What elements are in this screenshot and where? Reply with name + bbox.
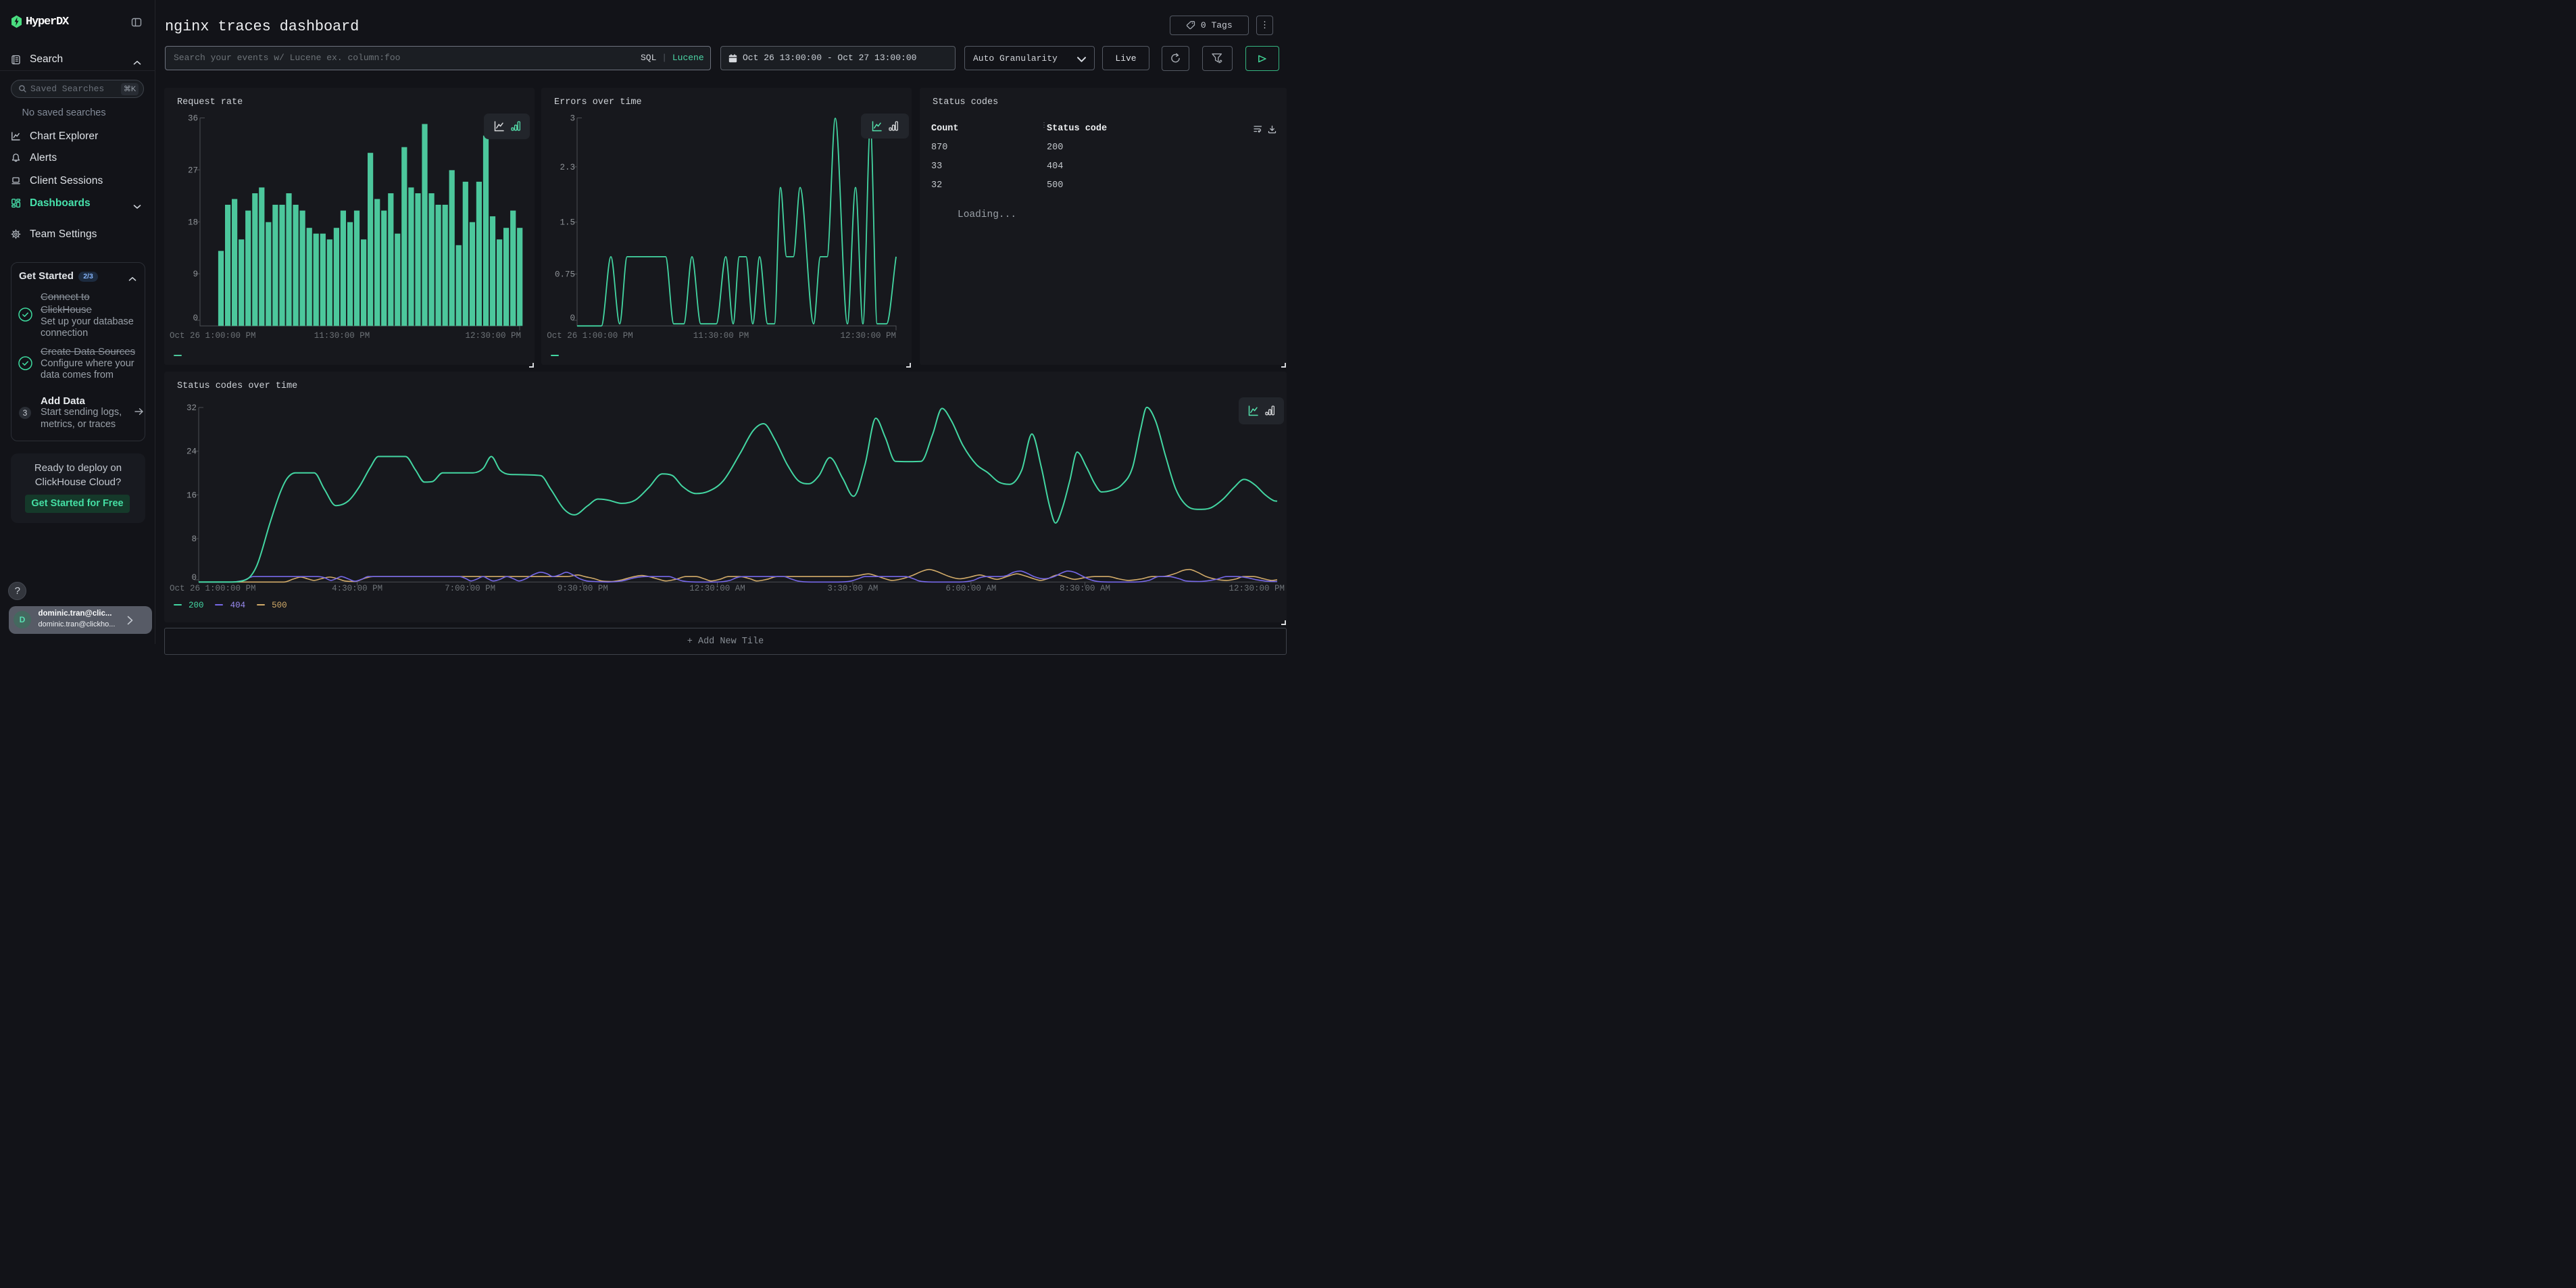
svg-text:8:30:00 AM: 8:30:00 AM xyxy=(1060,584,1110,593)
svg-text:12:30:00 PM: 12:30:00 PM xyxy=(1229,584,1285,593)
svg-text:0: 0 xyxy=(570,314,575,323)
svg-text:7:00:00 PM: 7:00:00 PM xyxy=(445,584,495,593)
svg-text:0: 0 xyxy=(191,573,197,583)
svg-text:Oct 26 1:00:00 PM: Oct 26 1:00:00 PM xyxy=(170,331,256,341)
svg-text:18: 18 xyxy=(188,218,198,227)
svg-text:9:30:00 PM: 9:30:00 PM xyxy=(558,584,608,593)
svg-text:12:30:00 PM: 12:30:00 PM xyxy=(465,331,521,341)
svg-text:24: 24 xyxy=(187,447,197,457)
svg-text:Oct 26 1:00:00 PM: Oct 26 1:00:00 PM xyxy=(170,584,256,593)
svg-text:9: 9 xyxy=(193,270,198,279)
svg-text:Oct 26 1:00:00 PM: Oct 26 1:00:00 PM xyxy=(547,331,633,341)
svg-text:8: 8 xyxy=(191,535,197,544)
svg-text:4:30:00 PM: 4:30:00 PM xyxy=(332,584,382,593)
svg-text:0.75: 0.75 xyxy=(555,270,575,280)
svg-text:36: 36 xyxy=(188,114,198,124)
svg-text:32: 32 xyxy=(187,403,197,413)
svg-text:12:30:00 AM: 12:30:00 AM xyxy=(689,584,745,593)
svg-text:0: 0 xyxy=(193,314,198,323)
svg-text:16: 16 xyxy=(187,491,197,500)
svg-text:12:30:00 PM: 12:30:00 PM xyxy=(840,331,896,341)
svg-text:3:30:00 AM: 3:30:00 AM xyxy=(827,584,878,593)
svg-text:11:30:00 PM: 11:30:00 PM xyxy=(314,331,370,341)
svg-text:11:30:00 PM: 11:30:00 PM xyxy=(693,331,749,341)
svg-text:27: 27 xyxy=(188,166,198,175)
svg-text:3: 3 xyxy=(570,114,575,124)
svg-text:6:00:00 AM: 6:00:00 AM xyxy=(945,584,996,593)
svg-text:1.5: 1.5 xyxy=(560,218,575,228)
svg-text:2.3: 2.3 xyxy=(560,163,575,172)
